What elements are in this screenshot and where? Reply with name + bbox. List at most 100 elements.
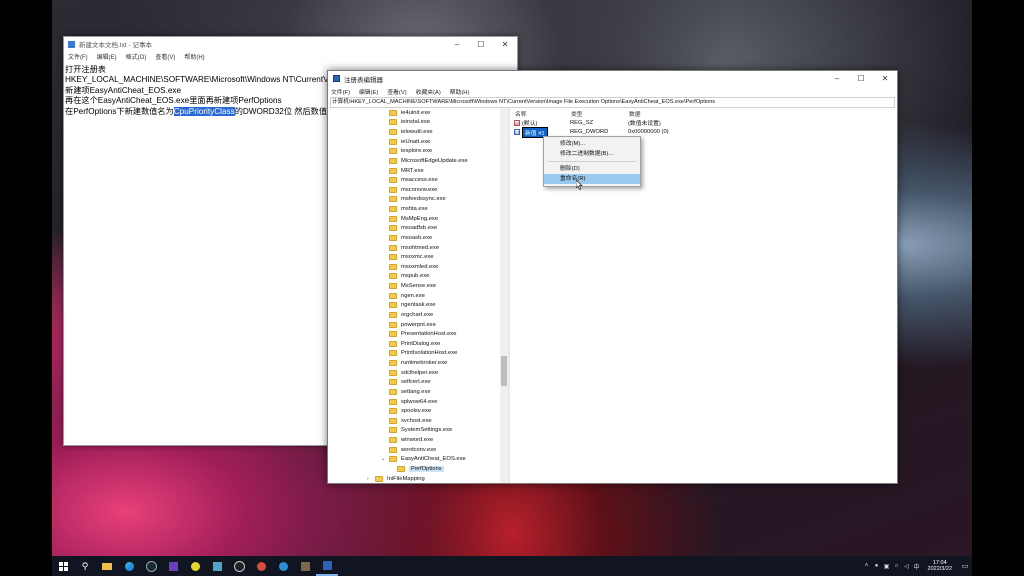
tree-item[interactable]: ngentask.exe [328,301,500,311]
tree-item[interactable]: runtimebroker.exe [328,358,500,368]
tree-item-inifilemapping[interactable]: › IniFileMapping [328,474,500,483]
tree-item[interactable]: ngen.exe [328,291,500,301]
explorer-icon[interactable] [96,556,118,576]
minimize-icon[interactable]: – [445,40,469,49]
steam-icon[interactable] [140,556,162,576]
tree-item[interactable]: MsMpEng.exe [328,214,500,224]
tree-item[interactable]: svchost.exe [328,416,500,426]
menu-edit[interactable]: 编辑(E) [97,52,117,61]
notification-icon[interactable]: ▭ [958,562,972,570]
tree-item[interactable]: mscorsvw.exe [328,185,500,195]
ime-indicator[interactable]: 中 [912,562,922,571]
tree-item[interactable]: MsSense.exe [328,281,500,291]
tree-item[interactable]: iexplore.exe [328,147,500,157]
tree-item[interactable]: PrintIsolationHost.exe [328,349,500,359]
app-icon[interactable] [228,556,250,576]
app-tray-icon[interactable]: ● [872,563,882,569]
tree-item[interactable]: wordconv.exe [328,445,500,455]
tree-item[interactable]: msaccess.exe [328,175,500,185]
tree-item[interactable]: mspub.exe [328,272,500,282]
folder-icon [389,456,397,463]
app-icon[interactable] [162,556,184,576]
menu-view[interactable]: 查看(V) [387,87,406,96]
tree-item[interactable]: SystemSettings.exe [328,426,500,436]
menu-item-modify-binary[interactable]: 修改二进制数据(B)... [544,149,640,159]
tree-item[interactable]: MicrosoftEdgeUpdate.exe [328,156,500,166]
tree-item[interactable]: setlang.exe [328,387,500,397]
app-icon[interactable] [294,556,316,576]
menu-file[interactable]: 文件(F) [331,87,350,96]
tree-item[interactable]: ieUnatt.exe [328,137,500,147]
menu-favorites[interactable]: 收藏夹(A) [416,87,441,96]
tree-item[interactable]: sdclhelper.exe [328,368,500,378]
menu-format[interactable]: 格式(O) [126,52,147,61]
folder-icon [389,331,397,338]
scrollbar-thumb[interactable] [501,356,507,386]
tree-item[interactable]: splwow64.exe [328,397,500,407]
menu-help[interactable]: 帮助(H) [450,87,470,96]
close-icon[interactable]: ✕ [873,74,897,83]
tree-item[interactable]: spoolsv.exe [328,406,500,416]
network-icon[interactable]: ⌂ [892,563,902,569]
menu-view[interactable]: 查看(V) [155,52,175,61]
key-tree[interactable]: ie4uinit.exe ieinstal.exe ielowutil.exe … [328,108,510,483]
column-data[interactable]: 数据 [629,109,749,118]
clock[interactable]: 17:04 2022/3/22 [922,560,958,573]
menu-item-rename[interactable]: 重命名(R) [544,174,640,184]
app-icon[interactable] [272,556,294,576]
text-segment: 在PerfOptions下新建数值名为 [65,106,174,116]
tree-item[interactable]: msfeedssync.exe [328,195,500,205]
folder-icon [389,177,397,184]
volume-icon[interactable]: ◁ [902,563,912,570]
chevron-up-icon[interactable]: ˄ [862,563,872,569]
tree-item[interactable]: winword.exe [328,435,500,445]
tree-item[interactable]: powerpnt.exe [328,320,500,330]
tree-item-easyanticheat[interactable]: ⌄ EasyAntiCheat_EOS.exe [328,455,500,465]
minimize-icon[interactable]: – [825,74,849,83]
game-icon[interactable] [184,556,206,576]
menu-edit[interactable]: 编辑(E) [359,87,378,96]
tree-item[interactable]: msoxmc.exe [328,252,500,262]
folder-icon [389,437,397,444]
tree-item[interactable]: msoadfsb.exe [328,224,500,234]
maximize-icon[interactable]: ☐ [849,74,873,83]
app-tray-icon[interactable]: ▣ [882,563,892,570]
tree-item[interactable]: ie4uinit.exe [328,108,500,118]
address-bar[interactable]: 计算机\HKEY_LOCAL_MACHINE\SOFTWARE\Microsof… [330,97,895,108]
regedit-window[interactable]: 注册表编辑器 – ☐ ✕ 文件(F) 编辑(E) 查看(V) 收藏夹(A) 帮助… [327,70,898,484]
browser-icon[interactable] [250,556,272,576]
search-icon[interactable]: ⚲ [74,556,96,576]
menu-file[interactable]: 文件(F) [68,52,88,61]
close-icon[interactable]: ✕ [493,40,517,49]
context-menu[interactable]: 修改(M)... 修改二进制数据(B)... 删除(D) 重命名(R) [543,136,641,187]
tree-item[interactable]: ielowutil.exe [328,127,500,137]
tree-item[interactable]: selfcert.exe [328,378,500,388]
tree-scrollbar[interactable] [500,108,508,483]
chevron-right-icon[interactable]: › [367,476,374,482]
tree-item[interactable]: orgchart.exe [328,310,500,320]
app-icon[interactable] [206,556,228,576]
notepad-menubar: 文件(F) 编辑(E) 格式(O) 查看(V) 帮助(H) [64,51,517,62]
tree-item[interactable]: msoasb.exe [328,233,500,243]
edge-icon[interactable] [118,556,140,576]
tree-item[interactable]: mshta.exe [328,204,500,214]
folder-icon [389,360,397,367]
tree-item[interactable]: msoxmled.exe [328,262,500,272]
menu-help[interactable]: 帮助(H) [184,52,204,61]
chevron-down-icon[interactable]: ⌄ [381,456,388,462]
start-icon[interactable] [52,556,74,576]
column-type[interactable]: 类型 [571,109,629,118]
maximize-icon[interactable]: ☐ [469,40,493,49]
tree-item[interactable]: PresentationHost.exe [328,329,500,339]
tree-item[interactable]: ieinstal.exe [328,118,500,128]
notepad-titlebar[interactable]: 新建文本文档.txt - 记事本 – ☐ ✕ [64,37,517,51]
tree-item[interactable]: MRT.exe [328,166,500,176]
tree-item[interactable]: PrintDialog.exe [328,339,500,349]
regedit-titlebar[interactable]: 注册表编辑器 – ☐ ✕ [328,71,897,86]
column-name[interactable]: 名称 [515,109,571,118]
regedit-icon[interactable] [316,556,338,576]
menu-item-modify[interactable]: 修改(M)... [544,139,640,149]
tree-item-perfoptions[interactable]: PerfOptions [328,464,500,474]
menu-item-delete[interactable]: 删除(D) [544,164,640,174]
tree-item[interactable]: msohtmed.exe [328,243,500,253]
